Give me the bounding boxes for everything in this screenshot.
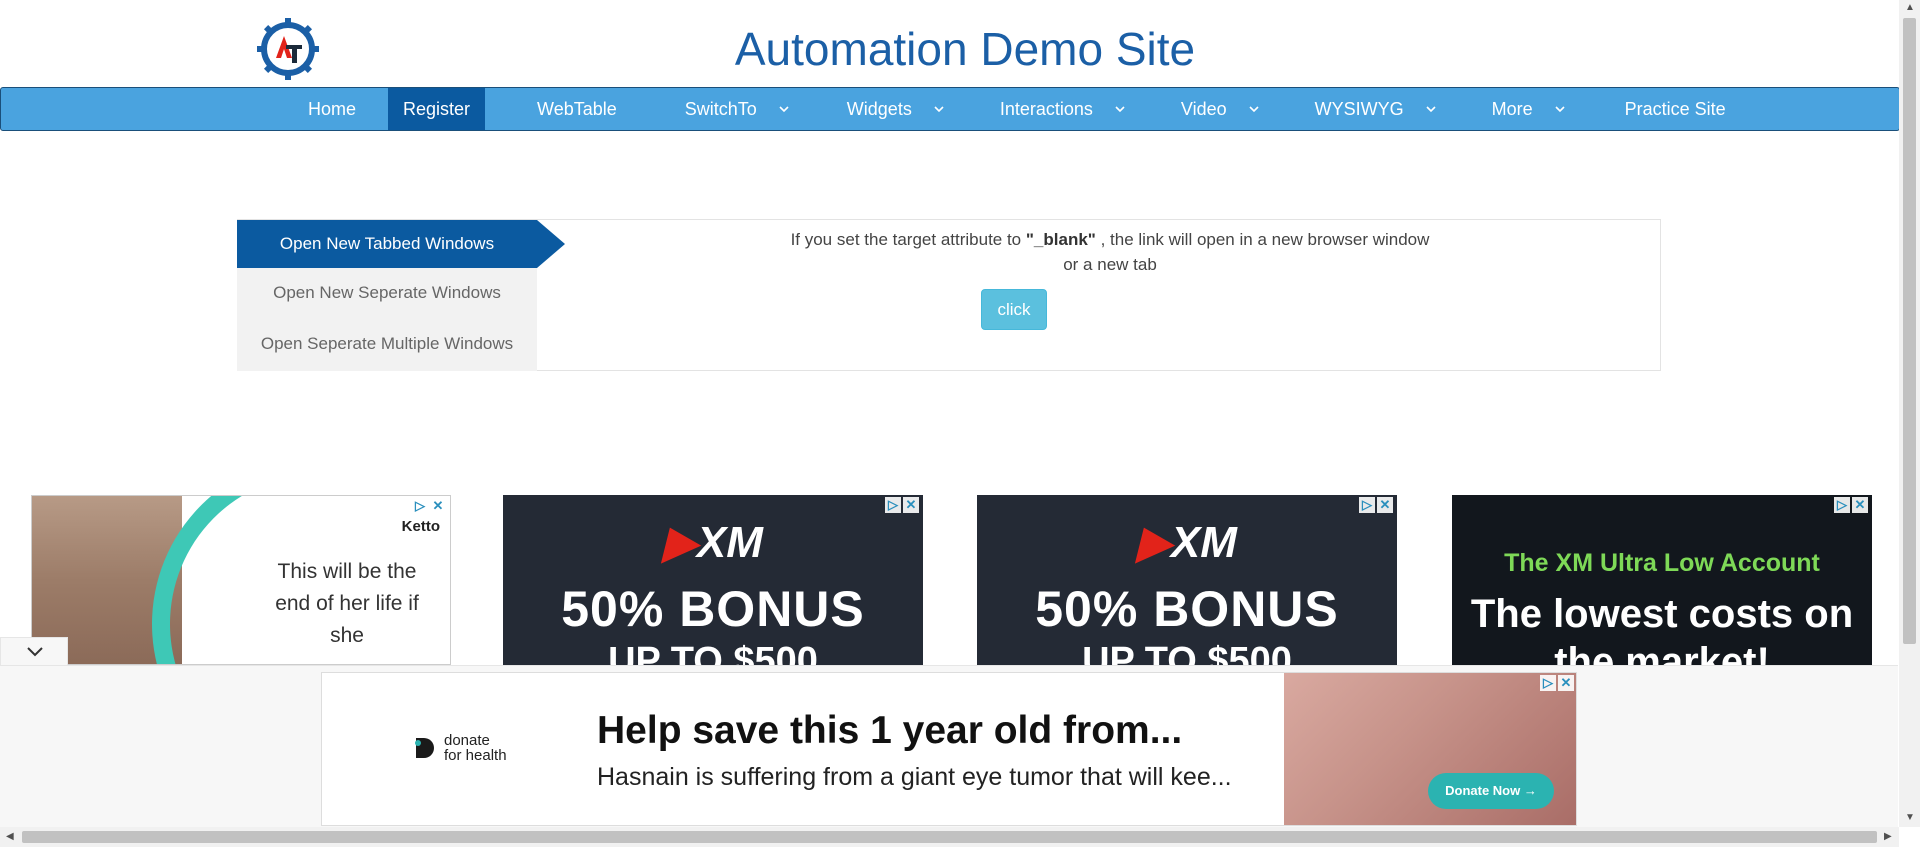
ad-ketto[interactable]: Ketto This will be the end of her life i…: [31, 495, 451, 665]
sticky-ad-donate[interactable]: donate for health Help save this 1 year …: [321, 672, 1577, 826]
ad-controls: ▷ ✕: [885, 497, 919, 513]
nav-item-wysiwyg[interactable]: WYSIWYG: [1271, 88, 1448, 130]
scroll-right-icon[interactable]: ▶: [1884, 831, 1892, 842]
nav-item-widgets[interactable]: Widgets: [801, 88, 956, 130]
ad-logo: ▶XM: [977, 517, 1397, 568]
nav-item-practice-site[interactable]: Practice Site: [1577, 88, 1742, 130]
ad-controls: ▷ ✕: [1359, 497, 1393, 513]
chevron-down-icon: [932, 102, 946, 116]
ad-subline: UP TO $500: [1082, 640, 1292, 665]
tab-open-new-tabbed-windows[interactable]: Open New Tabbed Windows: [237, 220, 537, 268]
ad-logo-text: XM: [696, 518, 763, 567]
ad-headline: The XM Ultra Low Account: [1504, 549, 1820, 577]
chevron-down-icon: [777, 102, 791, 116]
ad-brand: Ketto: [401, 518, 440, 535]
tab-open-new-seperate-windows[interactable]: Open New Seperate Windows: [237, 283, 537, 303]
ad-choices-icon[interactable]: ▷: [1834, 497, 1850, 513]
nav-label: Register: [403, 99, 471, 119]
page-title: Automation Demo Site: [734, 23, 1196, 75]
nav-item-register[interactable]: Register: [388, 88, 486, 130]
collapse-ad-button[interactable]: [0, 637, 68, 665]
ad-message: This will be the end of her life if she: [275, 560, 419, 647]
close-icon[interactable]: ✕: [903, 497, 919, 513]
ad-choices-icon[interactable]: ▷: [1359, 497, 1375, 513]
tab-open-seperate-multiple-windows[interactable]: Open Seperate Multiple Windows: [237, 334, 537, 354]
nav-label: WebTable: [537, 99, 617, 119]
ad-subline: The lowest costs on the market!: [1470, 592, 1854, 665]
chevron-down-icon: [1553, 102, 1567, 116]
nav-label: SwitchTo: [684, 99, 757, 119]
ad-choices-icon[interactable]: ▷: [885, 497, 901, 513]
donate-for-health-logo: donate for health: [412, 733, 507, 763]
ad-headline: 50% BONUS: [1035, 581, 1339, 637]
nav-item-interactions[interactable]: Interactions: [956, 88, 1137, 130]
description-text: If you set the target attribute to: [790, 230, 1026, 249]
chevron-down-icon: [1424, 102, 1438, 116]
donate-now-button[interactable]: Donate Now →: [1428, 773, 1554, 809]
scroll-down-icon[interactable]: ▼: [1905, 812, 1915, 823]
ad-xm-ultra-low[interactable]: The XM Ultra Low Account The lowest cost…: [1452, 495, 1872, 665]
description-bold: "_blank": [1025, 230, 1096, 249]
nav-label: Video: [1180, 99, 1227, 119]
ad-xm-1[interactable]: ▶XM 50% BONUS UP TO $500 ▷ ✕: [503, 495, 923, 665]
brand-line-2: for health: [444, 747, 507, 764]
nav-item-webtable[interactable]: WebTable: [485, 88, 645, 130]
chevron-down-icon: [1113, 102, 1127, 116]
nav-label: Interactions: [999, 99, 1093, 119]
ad-controls: ▷ ✕: [412, 498, 446, 514]
close-icon[interactable]: ✕: [1852, 497, 1868, 513]
nav-item-video[interactable]: Video: [1137, 88, 1271, 130]
scroll-left-icon[interactable]: ◀: [6, 831, 14, 842]
nav-item-more[interactable]: More: [1448, 88, 1577, 130]
brand-line-1: donate: [444, 732, 490, 749]
tab-description: If you set the target attribute to "_bla…: [560, 227, 1660, 277]
vertical-scroll-thumb[interactable]: [1903, 18, 1916, 644]
nav-label: More: [1491, 99, 1533, 119]
chevron-down-icon: [27, 647, 43, 657]
nav-label: Home: [308, 99, 357, 119]
nav-label: WYSIWYG: [1314, 99, 1404, 119]
ad-headline: 50% BONUS: [561, 581, 865, 637]
ad-subline: UP TO $500: [608, 640, 818, 665]
horizontal-scrollbar[interactable]: ◀ ▶: [0, 827, 1899, 847]
ad-subline: Hasnain is suffering from a giant eye tu…: [597, 763, 1232, 791]
xm-mark-icon: ▶: [663, 518, 697, 567]
nav-label: Widgets: [846, 99, 912, 119]
ad-logo: ▶XM: [503, 517, 923, 568]
click-button[interactable]: click: [981, 289, 1047, 330]
ad-choices-icon[interactable]: ▷: [412, 498, 428, 514]
chevron-down-icon: [1247, 102, 1261, 116]
close-icon[interactable]: ✕: [1377, 497, 1393, 513]
horizontal-scroll-thumb[interactable]: [22, 831, 1877, 843]
ad-controls: ▷ ✕: [1834, 497, 1868, 513]
nav-items: Home Register WebTable SwitchTo Widgets …: [292, 88, 1742, 130]
nav-item-home[interactable]: Home: [292, 88, 374, 130]
scroll-up-icon[interactable]: ▲: [1905, 2, 1915, 13]
windows-tab-list: Open New Tabbed Windows Open New Seperat…: [237, 220, 537, 371]
ad-xm-2[interactable]: ▶XM 50% BONUS UP TO $500 ▷ ✕: [977, 495, 1397, 665]
vertical-scrollbar[interactable]: ▲ ▼: [1899, 0, 1920, 827]
ad-controls: ▷ ✕: [1540, 675, 1574, 691]
description-text-line2: or a new tab: [1063, 255, 1157, 274]
donate-logo-icon: [415, 738, 434, 758]
close-icon[interactable]: ✕: [1558, 675, 1574, 691]
ad-logo-text: XM: [1170, 518, 1237, 567]
donate-brand: donate for health: [444, 733, 507, 763]
main-navbar: Home Register WebTable SwitchTo Widgets …: [0, 87, 1900, 131]
xm-mark-icon: ▶: [1137, 518, 1171, 567]
nav-item-switchto[interactable]: SwitchTo: [645, 88, 801, 130]
nav-label: Practice Site: [1624, 99, 1726, 119]
description-text-post: , the link will open in a new browser wi…: [1095, 230, 1430, 249]
ad-choices-icon[interactable]: ▷: [1540, 675, 1556, 691]
close-icon[interactable]: ✕: [430, 498, 446, 514]
ad-headline: Help save this 1 year old from...: [597, 709, 1183, 752]
